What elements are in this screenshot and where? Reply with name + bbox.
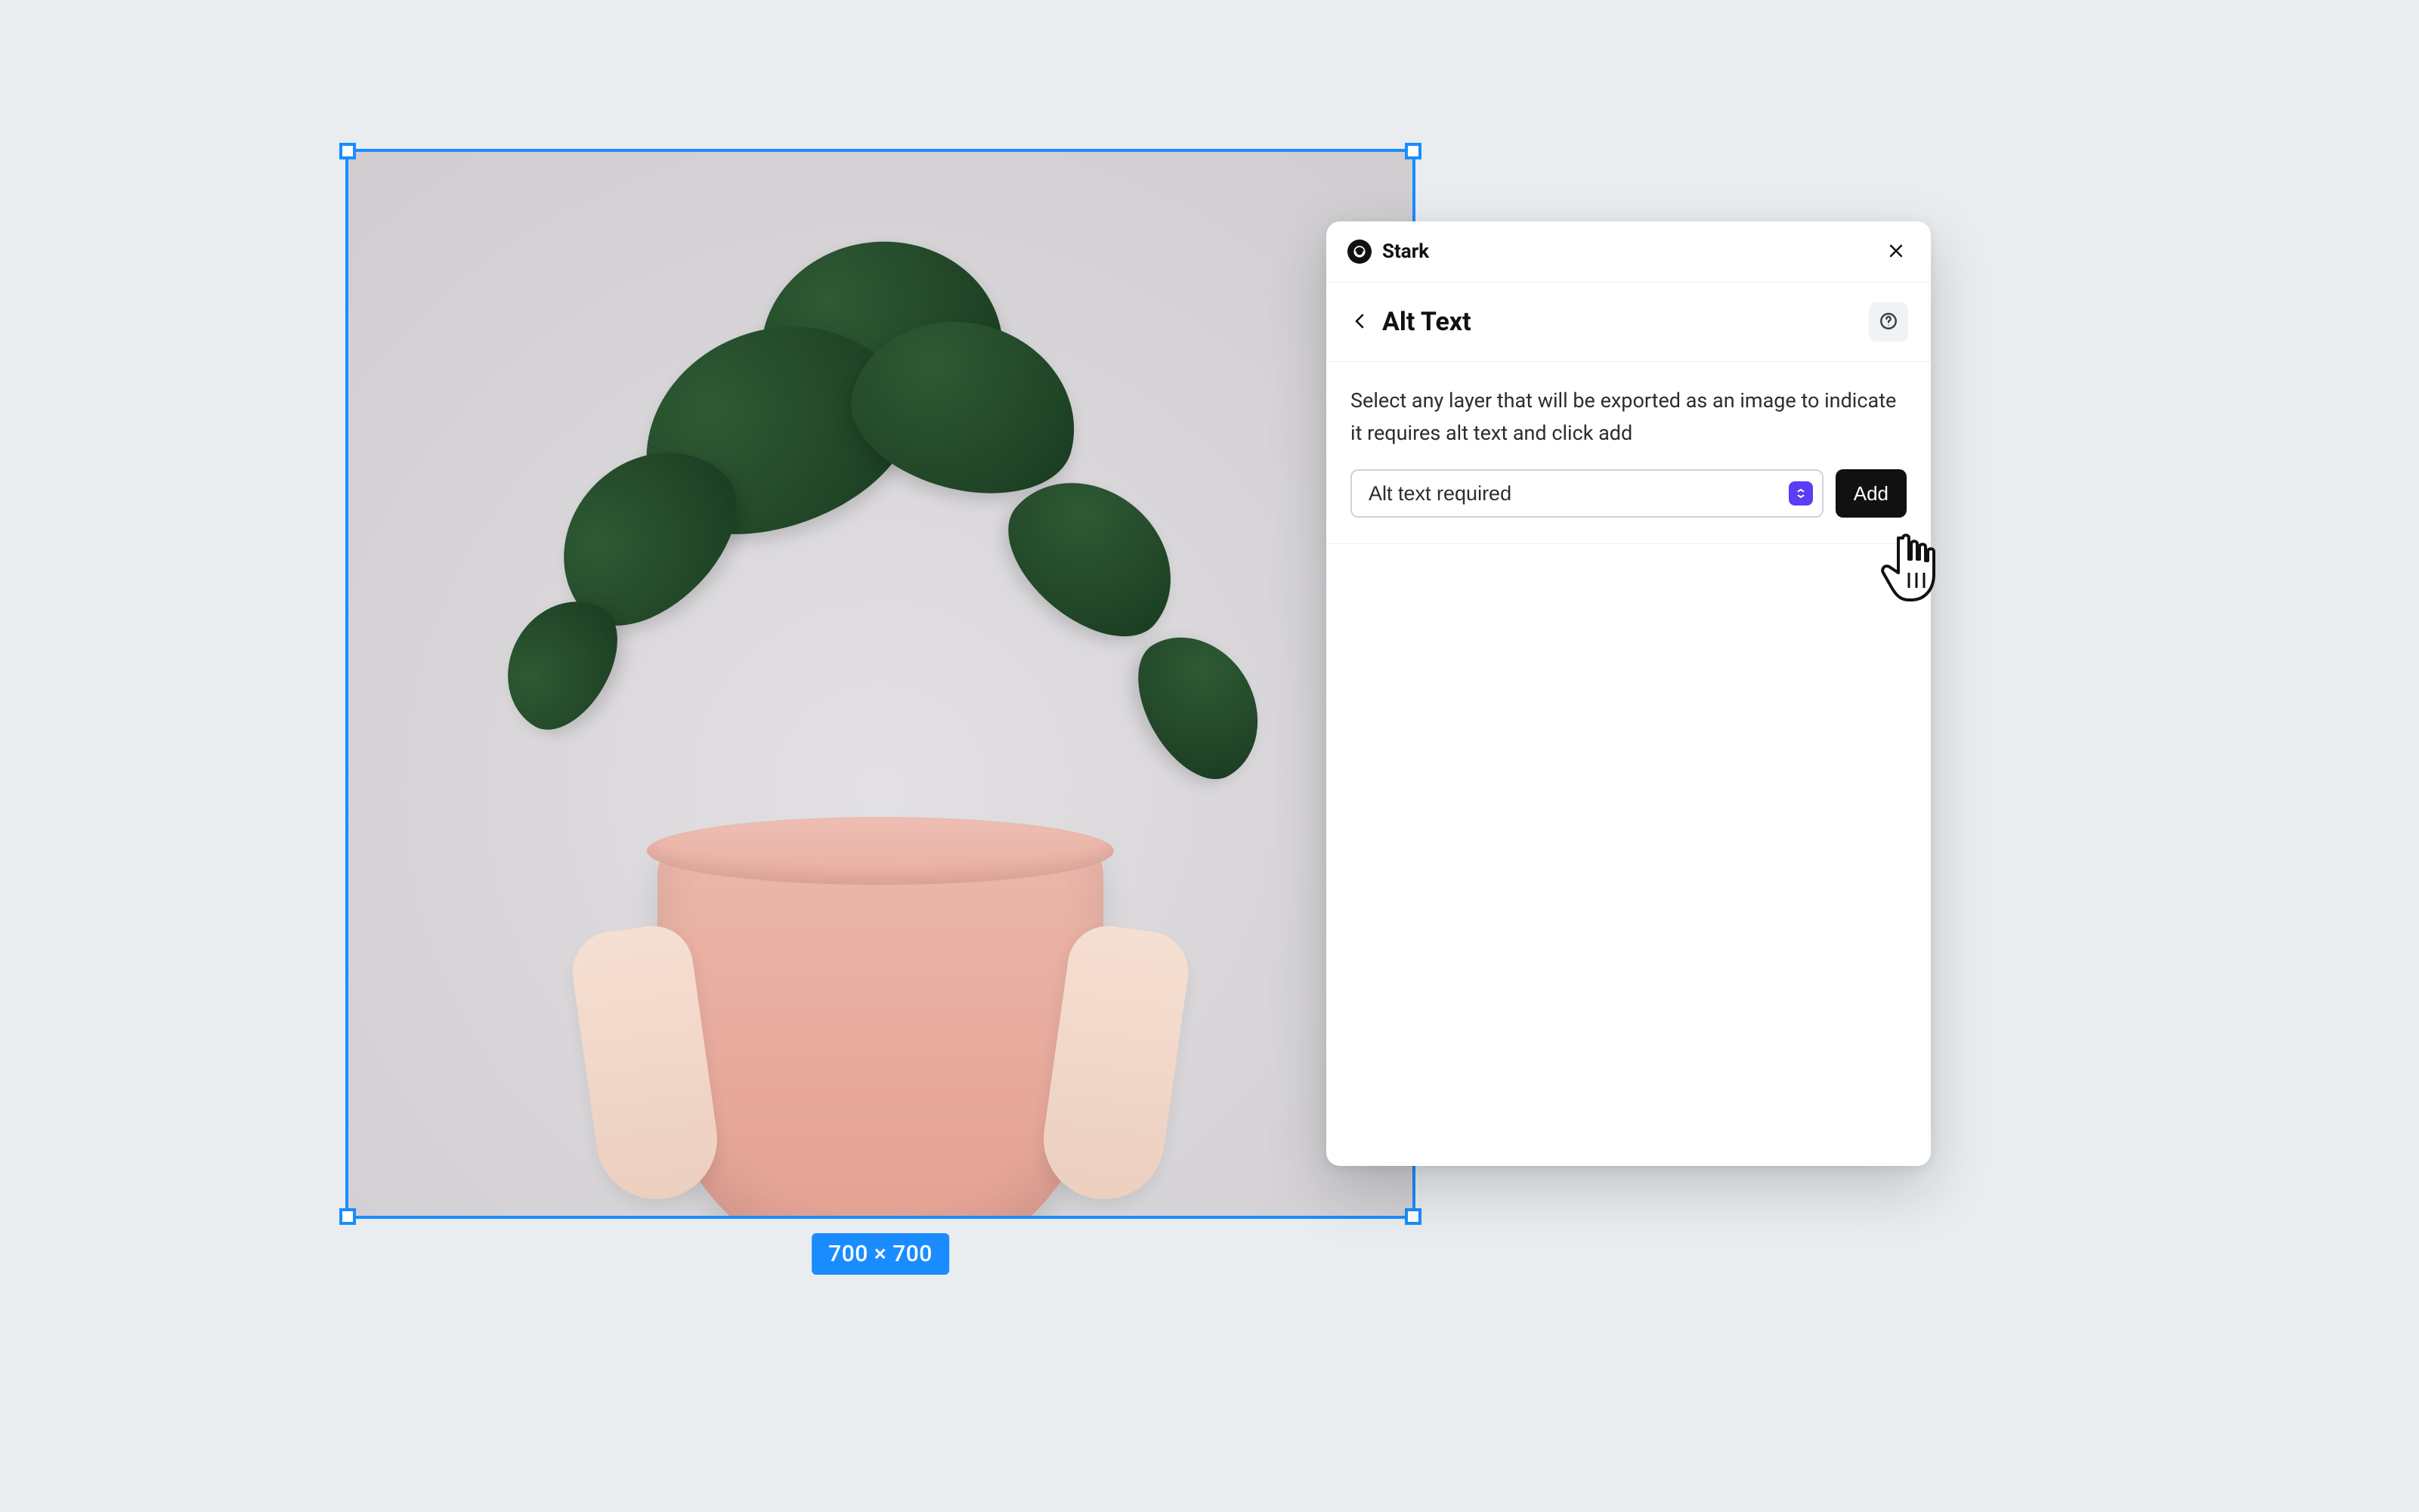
close-button[interactable]	[1882, 238, 1910, 265]
chevron-left-icon	[1351, 312, 1369, 332]
selection-dimensions-label: 700 × 700	[812, 1233, 949, 1275]
help-icon	[1879, 311, 1898, 333]
alt-text-select[interactable]	[1350, 469, 1824, 518]
resize-handle-top-left[interactable]	[339, 143, 356, 159]
add-button[interactable]: Add	[1836, 469, 1907, 518]
help-button[interactable]	[1869, 302, 1908, 342]
back-button[interactable]	[1349, 311, 1372, 333]
selected-image[interactable]	[348, 151, 1413, 1217]
panel-body: Select any layer that will be exported a…	[1326, 362, 1931, 544]
resize-handle-bottom-left[interactable]	[339, 1208, 356, 1225]
brand-name: Stark	[1382, 240, 1429, 263]
resize-handle-top-right[interactable]	[1405, 143, 1421, 159]
image-illustration	[348, 151, 1413, 1217]
panel-header: Stark	[1326, 221, 1931, 283]
instructions-text: Select any layer that will be exported a…	[1350, 385, 1907, 450]
alt-text-select-value[interactable]	[1350, 469, 1824, 518]
close-icon	[1887, 242, 1905, 262]
resize-handle-bottom-right[interactable]	[1405, 1208, 1421, 1225]
panel-section-header: Alt Text	[1326, 283, 1931, 362]
canvas-selection[interactable]: 700 × 700	[348, 151, 1413, 1217]
stark-plugin-panel: Stark Alt Text	[1326, 221, 1931, 1166]
section-title: Alt Text	[1382, 307, 1471, 337]
brand: Stark	[1347, 240, 1429, 264]
stark-logo-icon	[1347, 240, 1372, 264]
